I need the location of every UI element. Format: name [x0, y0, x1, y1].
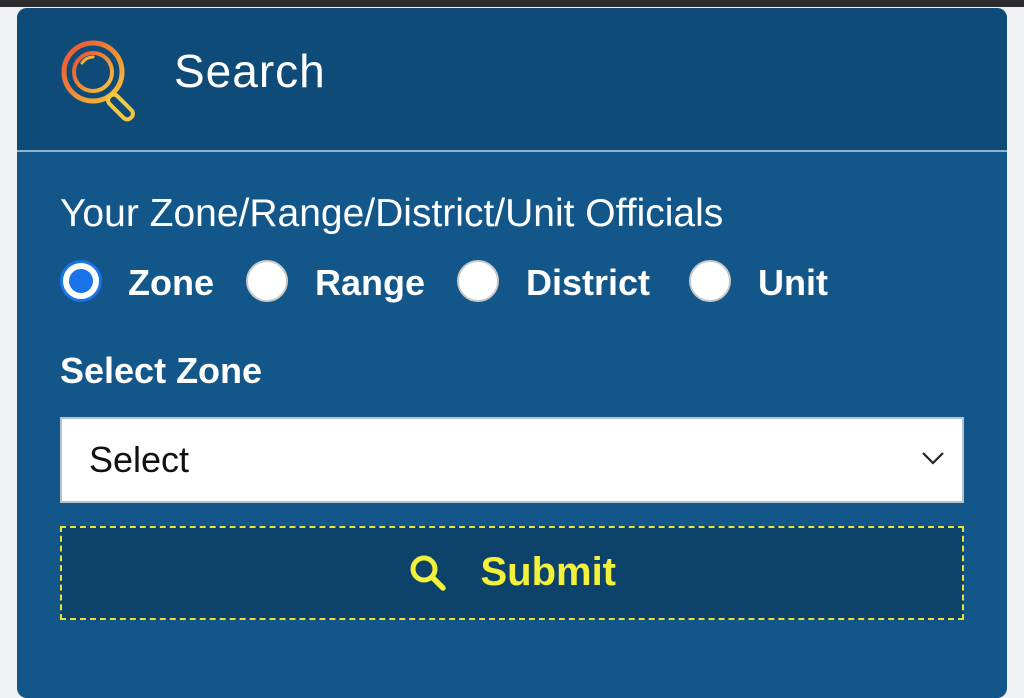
radio-district-label[interactable]: District [526, 262, 650, 304]
page-title: Search [174, 45, 326, 97]
magnifier-icon [61, 40, 135, 122]
radio-unit-label[interactable]: Unit [758, 262, 828, 304]
radio-range-label[interactable]: Range [315, 262, 425, 304]
officials-label: Your Zone/Range/District/Unit Officials [60, 192, 724, 235]
submit-label: Submit [480, 550, 616, 594]
select-zone-label: Select Zone [60, 350, 263, 391]
search-card: Search Your Zone/Range/District/Unit Off… [17, 8, 1007, 698]
submit-button[interactable]: Submit [60, 526, 964, 620]
radio-zone-label[interactable]: Zone [128, 262, 214, 304]
top-edge-strip [0, 0, 1024, 7]
radio-district[interactable] [457, 260, 499, 302]
radio-unit[interactable] [689, 260, 731, 302]
chevron-down-icon [922, 452, 944, 465]
submit-button-content: Submit [62, 550, 962, 595]
search-icon [410, 555, 446, 591]
radio-range[interactable] [246, 260, 288, 302]
zone-select-value: Select [89, 439, 190, 480]
radio-zone[interactable] [60, 260, 102, 302]
card-header: Search [17, 8, 1007, 152]
zone-select[interactable]: Select [60, 417, 964, 503]
